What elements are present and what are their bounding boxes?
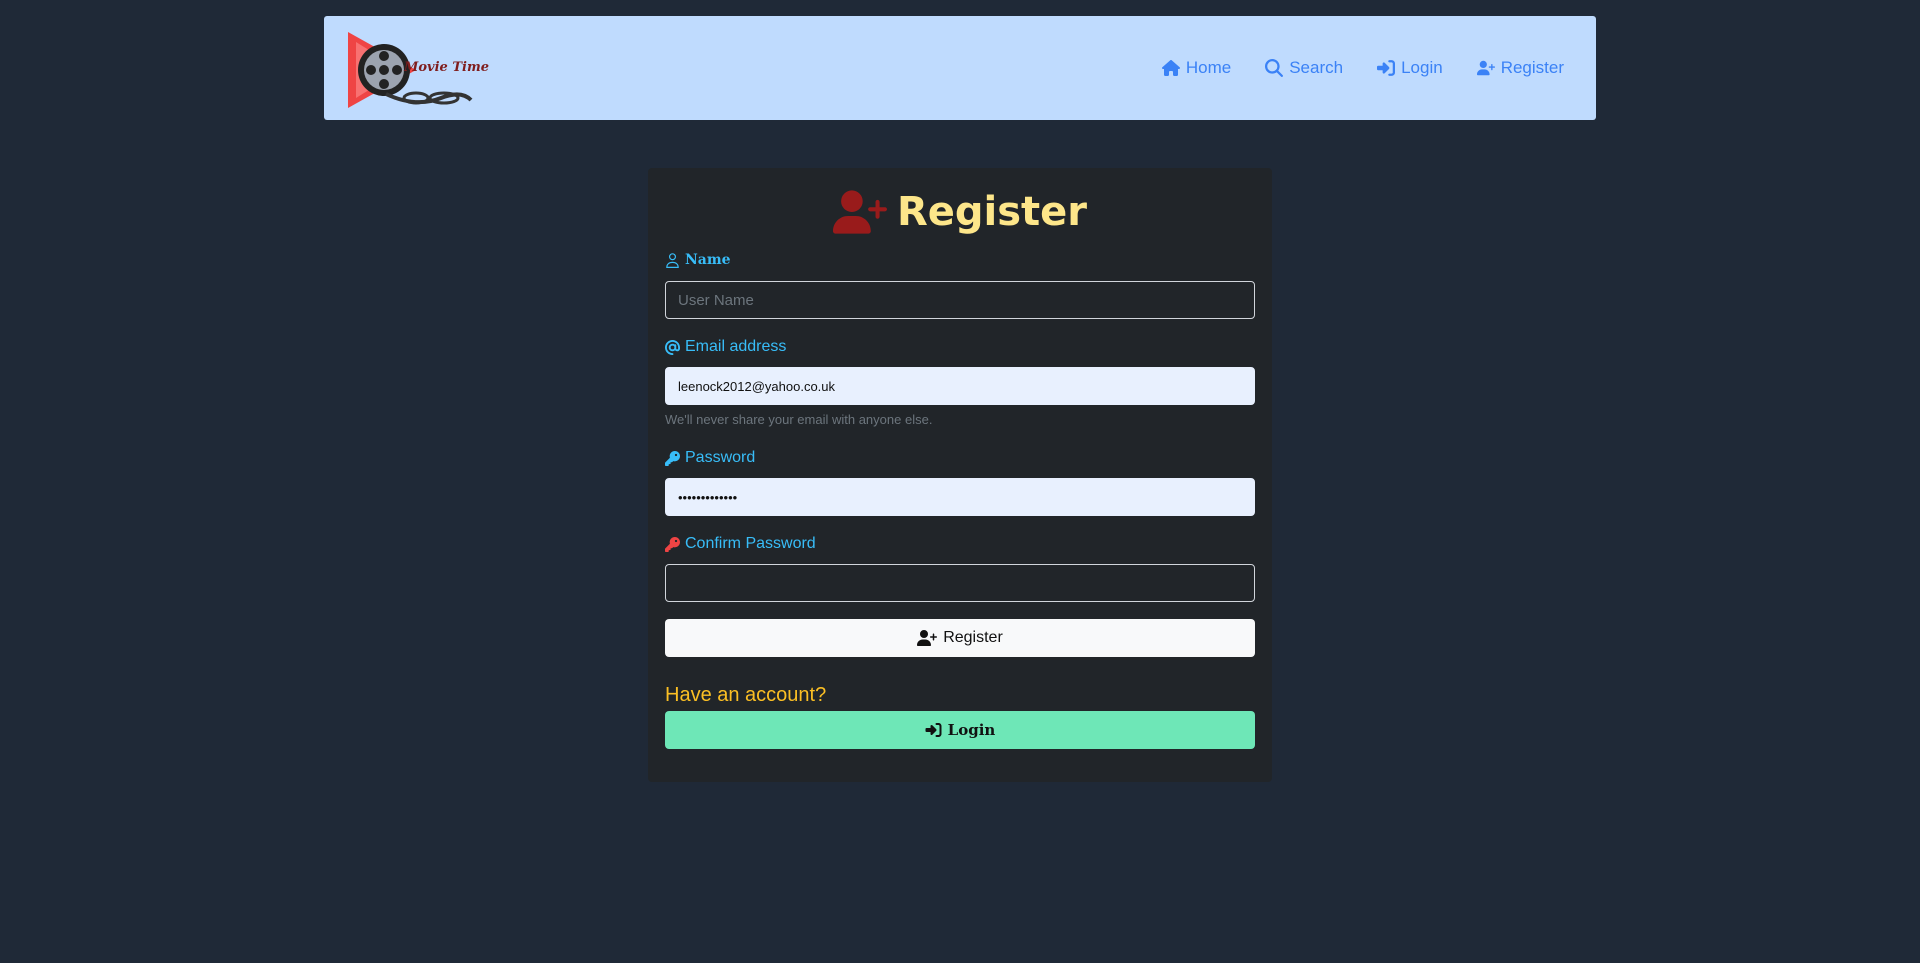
home-icon [1161, 60, 1180, 76]
email-field[interactable]: leenock2012@yahoo.co.uk [665, 367, 1255, 405]
register-heading: Register [648, 186, 1272, 238]
login-button-label: Login [947, 721, 996, 739]
confirm-password-label-text: Confirm Password [685, 535, 816, 552]
brand-logo[interactable]: Movie Time [346, 28, 496, 110]
navbar: Movie Time Home Search Login Register [324, 16, 1596, 120]
user-icon [666, 252, 679, 268]
nav-login-label: Login [1401, 58, 1443, 77]
password-label: Password [665, 449, 755, 467]
nav-links: Home Search Login Register [1161, 16, 1564, 120]
have-account-text: Have an account? [665, 684, 827, 706]
nav-search-label: Search [1289, 58, 1344, 77]
confirm-password-field[interactable] [665, 564, 1255, 602]
email-label-text: Email address [685, 338, 787, 355]
nav-search-link[interactable]: Search [1265, 58, 1343, 78]
name-input-placeholder: User Name [678, 291, 754, 309]
name-label-text: Name [685, 252, 731, 268]
nav-home-link[interactable]: Home [1161, 58, 1232, 78]
nav-home-label: Home [1185, 58, 1232, 77]
email-help-text: We'll never share your email with anyone… [665, 412, 933, 427]
email-field-value: leenock2012@yahoo.co.uk [678, 378, 836, 394]
password-label-text: Password [685, 449, 756, 466]
name-label: Name [665, 252, 731, 268]
nav-register-link[interactable]: Register [1476, 58, 1564, 78]
confirm-password-label: Confirm Password [665, 535, 816, 553]
password-field-value: ••••••••••••• [678, 489, 738, 505]
user-plus-icon [1476, 60, 1495, 76]
login-icon [1377, 60, 1396, 76]
nav-login-link[interactable]: Login [1377, 58, 1443, 78]
key-icon [665, 536, 680, 552]
logo-text: Movie Time [403, 60, 489, 75]
register-button-label: Register [943, 629, 1003, 646]
at-icon [665, 339, 680, 355]
nav-register-label: Register [1500, 58, 1564, 77]
page-title: Register [896, 189, 1088, 235]
name-input[interactable]: User Name [665, 281, 1255, 319]
user-plus-icon [832, 190, 887, 234]
password-field[interactable]: ••••••••••••• [665, 478, 1255, 516]
login-button[interactable]: Login [665, 711, 1255, 749]
user-plus-icon [917, 630, 938, 646]
login-icon [925, 723, 942, 737]
register-button[interactable]: Register [665, 619, 1255, 657]
key-icon [665, 450, 680, 466]
email-label: Email address [665, 338, 786, 356]
movie-reel-logo-icon: Movie Time [348, 32, 489, 108]
search-icon [1265, 59, 1284, 77]
